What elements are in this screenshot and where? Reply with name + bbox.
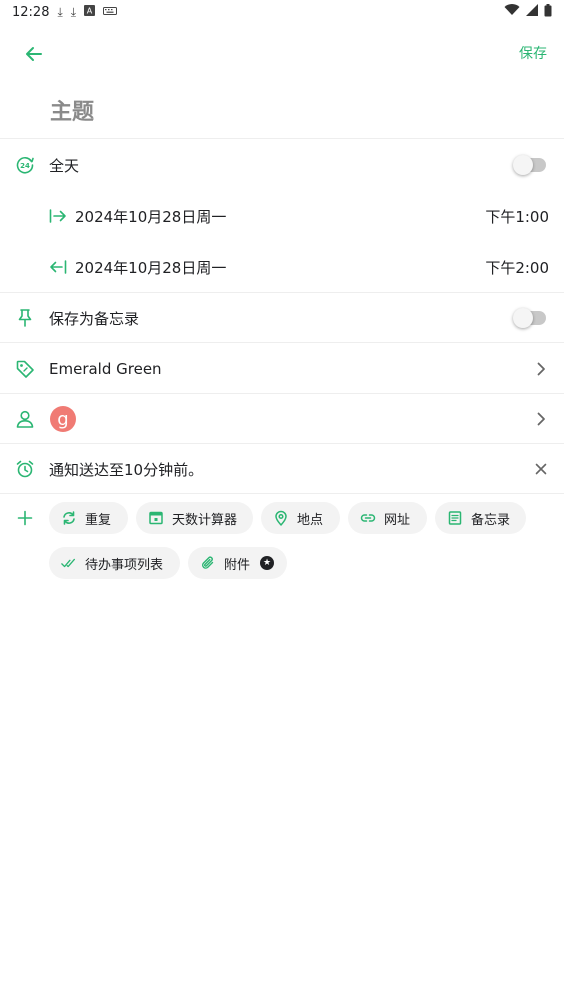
chip-todo-list-label: 待办事项列表	[85, 557, 164, 573]
premium-star-icon: ★	[260, 556, 275, 570]
back-button[interactable]	[18, 38, 50, 70]
end-date[interactable]: 2024年10月28日周一	[75, 257, 226, 278]
double-check-icon	[61, 555, 77, 571]
close-button[interactable]	[534, 462, 548, 476]
start-datetime-row[interactable]: 2024年10月28日周一 下午1:00	[0, 191, 564, 241]
all-day-label: 全天	[49, 156, 80, 175]
download-icon: ⤓	[57, 4, 63, 19]
all-day-toggle[interactable]	[513, 155, 546, 175]
end-datetime-row[interactable]: 2024年10月28日周一 下午2:00	[0, 242, 564, 292]
status-time: 12:28	[12, 4, 50, 20]
start-arrow-icon	[48, 206, 68, 226]
download-icon: ⤓	[70, 4, 77, 19]
location-pin-icon	[273, 510, 289, 526]
chip-attachment[interactable]: 附件 ★	[188, 547, 287, 579]
chip-location[interactable]: 地点	[261, 502, 340, 534]
attendee-row[interactable]: g	[0, 394, 564, 444]
status-left: 12:28 ⤓ ⤓ A	[12, 4, 118, 20]
wifi-icon	[504, 4, 520, 20]
divider	[0, 342, 564, 343]
save-button[interactable]: 保存	[519, 43, 547, 63]
chip-url[interactable]: 网址	[348, 502, 427, 534]
divider	[0, 493, 564, 494]
end-time[interactable]: 下午2:00	[485, 257, 549, 278]
link-icon	[360, 510, 376, 526]
save-as-memo-label: 保存为备忘录	[49, 309, 140, 328]
chip-day-calculator-label: 天数计算器	[172, 512, 238, 528]
chip-memo[interactable]: 备忘录	[435, 502, 526, 534]
all-day-row[interactable]: 24 全天	[0, 140, 564, 190]
chevron-right-icon	[534, 362, 548, 376]
color-label: Emerald Green	[49, 360, 162, 378]
divider	[0, 138, 564, 139]
notification-row[interactable]: 通知送达至10分钟前。	[0, 444, 564, 494]
signal-icon	[526, 4, 538, 20]
svg-text:A: A	[87, 7, 93, 16]
add-icon[interactable]	[15, 508, 35, 528]
start-time[interactable]: 下午1:00	[485, 206, 549, 227]
save-as-memo-toggle[interactable]	[513, 308, 546, 328]
notification-label: 通知送达至10分钟前。	[49, 460, 204, 479]
pin-icon	[14, 307, 36, 329]
clock-24h-icon: 24	[14, 154, 36, 176]
arrow-left-icon	[26, 47, 42, 61]
app-notification-icon: A	[84, 5, 96, 19]
close-icon	[535, 463, 547, 475]
battery-icon	[544, 3, 552, 21]
chip-location-label: 地点	[297, 512, 324, 528]
tag-icon	[14, 358, 36, 380]
subject-input[interactable]: 主题	[50, 94, 94, 126]
chevron-right-icon	[534, 412, 548, 426]
status-right	[504, 3, 552, 21]
start-date[interactable]: 2024年10月28日周一	[75, 206, 226, 227]
paperclip-icon	[200, 555, 216, 571]
keyboard-icon	[103, 5, 118, 19]
app-bar: 保存	[0, 34, 564, 74]
chip-memo-label: 备忘录	[471, 512, 511, 528]
chip-url-label: 网址	[384, 512, 411, 528]
alarm-clock-icon	[14, 458, 36, 480]
save-as-memo-row[interactable]: 保存为备忘录	[0, 293, 564, 343]
repeat-icon	[61, 510, 77, 526]
chip-repeat[interactable]: 重复	[49, 502, 128, 534]
chip-day-calculator[interactable]: 天数计算器	[136, 502, 253, 534]
chip-attachment-label: 附件	[224, 557, 251, 573]
chip-repeat-label: 重复	[85, 512, 112, 528]
person-icon	[14, 408, 36, 430]
svg-text:24: 24	[20, 162, 30, 170]
color-row[interactable]: Emerald Green	[0, 344, 564, 394]
end-arrow-icon	[48, 257, 68, 277]
note-icon	[447, 510, 463, 526]
avatar[interactable]: g	[50, 406, 76, 432]
chip-todo-list[interactable]: 待办事项列表	[49, 547, 180, 579]
status-bar: 12:28 ⤓ ⤓ A	[0, 0, 564, 24]
calendar-icon	[148, 510, 164, 526]
